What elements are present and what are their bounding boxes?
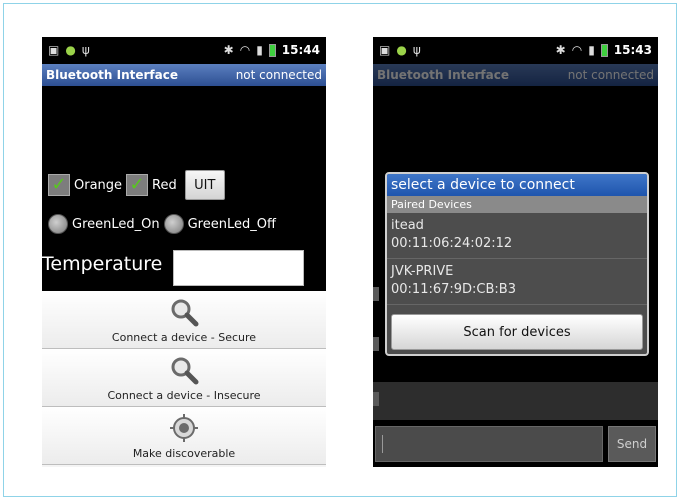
connection-status: not connected <box>567 68 654 82</box>
temperature-label: Temperature <box>42 253 163 275</box>
orange-label: Orange <box>74 177 123 193</box>
red-checkbox[interactable]: ✓ <box>126 174 149 196</box>
wifi-icon: ◠ <box>571 43 583 57</box>
background-glyph <box>373 337 379 351</box>
menu-connect-insecure-label: Connect a device - Insecure <box>107 389 261 402</box>
menu-connect-secure-label: Connect a device - Secure <box>111 331 257 344</box>
green-led-on-radio[interactable] <box>48 214 68 234</box>
wifi-icon: ◠ <box>239 43 251 57</box>
uit-button[interactable]: UIT <box>184 170 225 200</box>
battery-icon <box>600 43 608 57</box>
status-bar: ▣ ● ψ ✱ ◠ ▮ 15:43 <box>373 37 658 64</box>
android-icon: ● <box>396 43 407 57</box>
menu-connect-insecure[interactable]: Connect a device - Insecure <box>42 349 326 407</box>
usb-icon: ψ <box>412 43 421 57</box>
device-picker-dialog: select a device to connect Paired Device… <box>385 172 649 356</box>
menu-connect-secure[interactable]: Connect a device - Secure <box>42 291 326 349</box>
dialog-title: select a device to connect <box>387 174 647 196</box>
bluetooth-icon: ✱ <box>223 43 234 57</box>
menu-make-discoverable-label: Make discoverable <box>132 447 236 460</box>
background-glyph <box>373 287 379 301</box>
signal-icon: ▮ <box>256 43 263 57</box>
battery-icon <box>268 43 276 57</box>
green-led-radio-row: GreenLed_On GreenLed_Off <box>48 214 280 234</box>
scan-for-devices-button[interactable]: Scan for devices <box>391 314 643 350</box>
menu-make-discoverable[interactable]: Make discoverable <box>42 407 326 465</box>
android-icon: ● <box>65 43 76 57</box>
message-input[interactable] <box>375 426 603 462</box>
phone-screen-main: ▣ ● ψ ✱ ◠ ▮ 15:44 Bluetooth Interface no… <box>42 37 326 467</box>
led-controls-row: ✓ Orange ✓ Red UIT <box>48 170 225 200</box>
app-title-bar: Bluetooth Interface not connected <box>373 64 658 86</box>
options-menu: Connect a device - Secure Connect a devi… <box>42 291 326 467</box>
green-led-off-radio[interactable] <box>163 214 184 234</box>
app-title: Bluetooth Interface <box>377 68 509 82</box>
green-led-on-label: GreenLed_On <box>72 216 160 232</box>
clock: 15:44 <box>281 43 320 57</box>
app-title-bar: Bluetooth Interface not connected <box>42 64 326 86</box>
notification-icon: ▣ <box>379 43 391 57</box>
clock: 15:43 <box>613 43 652 57</box>
usb-icon: ψ <box>81 43 90 57</box>
device-item-itead[interactable]: itead 00:11:06:24:02:12 <box>387 214 647 259</box>
target-icon <box>169 413 199 447</box>
red-label: Red <box>152 177 177 193</box>
paired-devices-header: Paired Devices <box>387 196 647 213</box>
device-name: itead <box>391 218 424 233</box>
device-address: 00:11:06:24:02:12 <box>391 236 513 251</box>
magnifier-icon <box>169 355 199 389</box>
app-title: Bluetooth Interface <box>46 68 178 82</box>
background-content <box>373 382 658 420</box>
device-item-jvk-prive[interactable]: JVK-PRIVE 00:11:67:9D:CB:B3 <box>387 260 647 305</box>
bluetooth-icon: ✱ <box>555 43 566 57</box>
phone-screen-device-picker: ▣ ● ψ ✱ ◠ ▮ 15:43 Bluetooth Interface no… <box>373 37 658 467</box>
notification-icon: ▣ <box>48 43 60 57</box>
device-address: 00:11:67:9D:CB:B3 <box>391 282 516 297</box>
temperature-field[interactable] <box>173 250 304 286</box>
text-cursor <box>382 435 383 453</box>
connection-status: not connected <box>235 68 322 82</box>
background-glyph <box>373 392 379 406</box>
magnifier-icon <box>169 297 199 331</box>
green-led-off-label: GreenLed_Off <box>187 216 276 232</box>
device-name: JVK-PRIVE <box>391 264 454 279</box>
signal-icon: ▮ <box>588 43 595 57</box>
orange-checkbox[interactable]: ✓ <box>48 174 70 196</box>
send-button[interactable]: Send <box>608 426 656 462</box>
status-bar: ▣ ● ψ ✱ ◠ ▮ 15:44 <box>42 37 326 64</box>
